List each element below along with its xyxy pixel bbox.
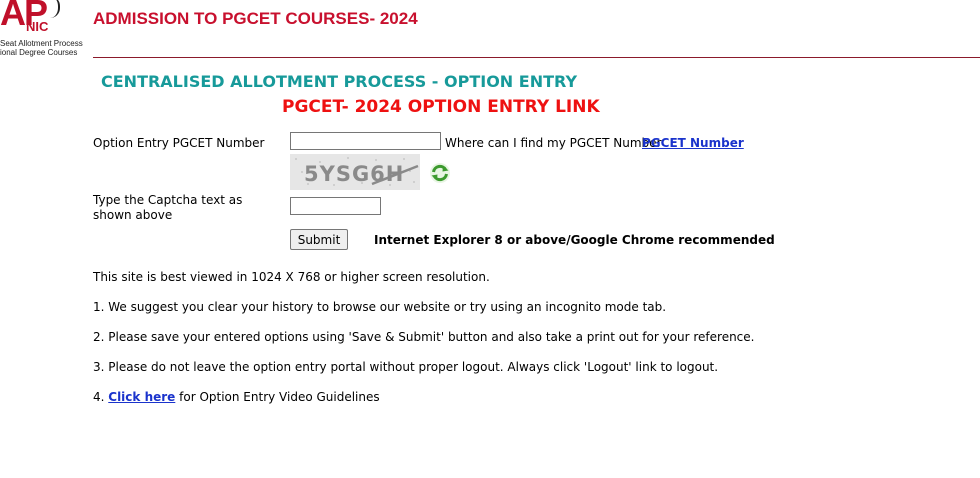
pgcet-number-link[interactable]: PGCET Number	[642, 136, 744, 150]
submit-button[interactable]: Submit	[290, 229, 348, 250]
info-item-1: 1. We suggest you clear your history to …	[93, 300, 667, 314]
page-header-title: ADMISSION TO PGCET COURSES- 2024	[93, 9, 418, 28]
resolution-note: This site is best viewed in 1024 X 768 o…	[93, 270, 490, 284]
info-item-3: 3. Please do not leave the option entry …	[93, 360, 719, 374]
pgcet-number-label: Option Entry PGCET Number	[93, 136, 265, 150]
page-main-title: PGCET- 2024 OPTION ENTRY LINK	[282, 97, 600, 117]
browser-recommendation: Internet Explorer 8 or above/Google Chro…	[374, 233, 775, 247]
logo-tagline-2: ional Degree Courses	[0, 48, 78, 57]
captcha-image: 5YSG6H	[290, 154, 420, 190]
info-item-2: 2. Please save your entered options usin…	[93, 330, 755, 344]
logo-nic-text: NIC	[26, 19, 49, 34]
info-item-4: 4. Click here for Option Entry Video Gui…	[93, 390, 380, 404]
site-logo: AP NIC Seat Allotment Process ional Degr…	[0, 0, 92, 60]
page-subtitle: CENTRALISED ALLOTMENT PROCESS - OPTION E…	[101, 72, 578, 91]
header-divider	[93, 57, 980, 58]
pgcet-number-input[interactable]	[290, 132, 441, 150]
pgcet-help-text: Where can I find my PGCET Number	[445, 136, 662, 150]
captcha-text: 5YSG6H	[304, 162, 404, 186]
logo-tagline-1: Seat Allotment Process	[0, 39, 83, 48]
refresh-icon[interactable]	[429, 162, 451, 184]
info-item-4-prefix: 4.	[93, 390, 109, 404]
captcha-input[interactable]	[290, 197, 381, 215]
logo-arc	[44, 0, 60, 18]
captcha-label: Type the Captcha text as shown above	[93, 193, 243, 222]
info-item-4-suffix: for Option Entry Video Guidelines	[175, 390, 380, 404]
video-guidelines-link[interactable]: Click here	[108, 390, 175, 404]
